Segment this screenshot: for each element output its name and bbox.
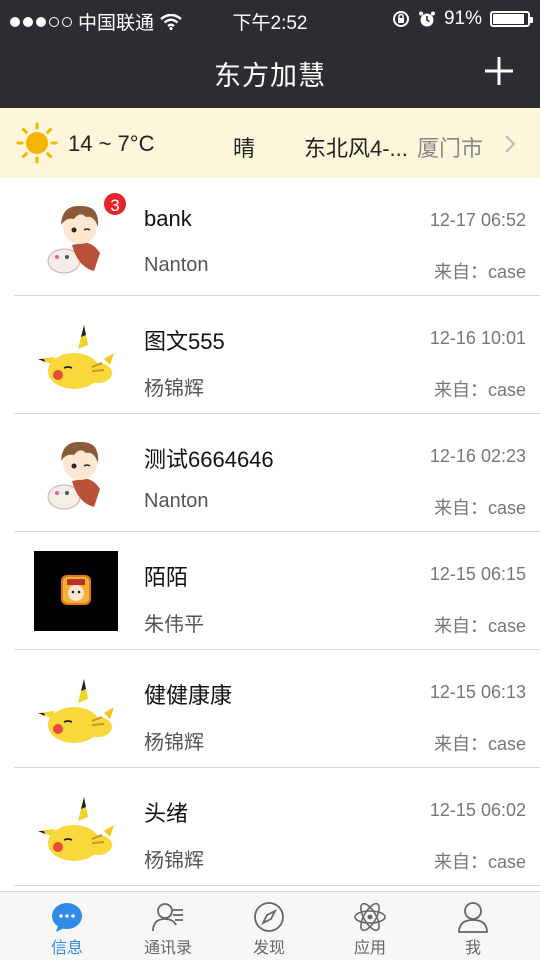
- message-sender: Nanton: [144, 254, 209, 276]
- unread-badge: 3: [102, 191, 128, 217]
- pikachu-avatar: [34, 315, 118, 395]
- message-title: 测试6664646: [144, 447, 274, 472]
- message-time: 12-15 06:15: [429, 564, 526, 584]
- atom-icon: [354, 902, 386, 932]
- tab-label: 信息: [50, 940, 83, 957]
- message-source: 来自：case: [433, 262, 526, 282]
- message-title: 健健康康: [144, 683, 233, 708]
- weather-city: 厦门市: [417, 136, 484, 161]
- alarm-icon: [418, 11, 435, 27]
- person-icon: [458, 902, 488, 933]
- weather-bar[interactable]: 14 ~ 7°C 晴 东北风4-... 厦门市: [0, 108, 540, 178]
- message-time: 12-15 06:02: [429, 800, 526, 820]
- message-time: 12-16 10:01: [429, 328, 526, 348]
- tab-label: 发现: [252, 940, 285, 957]
- tab-contacts[interactable]: 通讯录: [118, 892, 218, 961]
- battery-icon: [490, 11, 533, 27]
- message-source: 来自：case: [433, 734, 526, 754]
- message-source: 来自：case: [433, 380, 526, 400]
- sun-icon: [16, 122, 58, 164]
- message-title: 陌陌: [144, 565, 189, 590]
- row-divider: [14, 885, 540, 886]
- status-bar: 中国联通 下午2:52 91%: [0, 0, 540, 38]
- message-title: 图文555: [144, 329, 225, 354]
- message-sender: 杨锦辉: [144, 378, 204, 400]
- message-time: 12-15 06:13: [429, 682, 526, 702]
- rotation-lock-icon: [392, 11, 409, 27]
- tab-label: 应用: [353, 940, 386, 957]
- anime-boy-avatar: [34, 433, 118, 513]
- message-time: 12-16 02:23: [429, 446, 526, 466]
- tab-bar: 信息 通讯录 发现 应用 我: [0, 891, 540, 960]
- message-source: 来自：case: [433, 852, 526, 872]
- message-source: 来自：case: [433, 616, 526, 636]
- message-row[interactable]: 头绪 杨锦辉 12-15 06:02 来自：case: [0, 768, 540, 886]
- message-sender: 杨锦辉: [144, 850, 204, 872]
- message-row[interactable]: 陌陌 朱伟平 12-15 06:15 来自：case: [0, 532, 540, 650]
- message-row[interactable]: 测试6664646 Nanton 12-16 02:23 来自：case: [0, 414, 540, 532]
- status-right: 91%: [392, 8, 533, 30]
- tab-discover[interactable]: 发现: [219, 892, 319, 961]
- chevron-right-icon: [505, 135, 516, 153]
- message-sender: 朱伟平: [144, 614, 204, 636]
- weather-condition: 晴: [233, 136, 256, 161]
- top-bar: 中国联通 下午2:52 91% 东方加慧: [0, 0, 540, 108]
- tab-label: 通讯录: [143, 940, 192, 957]
- chat-bubble-icon: [52, 903, 82, 932]
- battery-percent: 91%: [443, 8, 482, 29]
- message-sender: 杨锦辉: [144, 732, 204, 754]
- page-title: 东方加慧: [214, 61, 326, 91]
- pikachu-avatar: [34, 669, 118, 749]
- message-title: bank: [144, 206, 192, 231]
- game-app-avatar: [34, 551, 118, 631]
- message-source: 来自：case: [433, 498, 526, 518]
- message-row[interactable]: 健健康康 杨锦辉 12-15 06:13 来自：case: [0, 650, 540, 768]
- tab-label: 我: [464, 940, 481, 957]
- tab-me[interactable]: 我: [423, 892, 523, 961]
- pikachu-avatar: [34, 787, 118, 867]
- message-title: 头绪: [144, 801, 189, 826]
- weather-temperature: 14 ~ 7°C: [68, 131, 155, 156]
- message-row[interactable]: 3 bank Nanton 12-17 06:52 来自：case: [0, 178, 540, 296]
- contacts-icon: [152, 903, 183, 932]
- compass-icon: [254, 902, 284, 932]
- tab-apps[interactable]: 应用: [320, 892, 420, 961]
- plus-icon[interactable]: [482, 54, 516, 88]
- message-row[interactable]: 图文555 杨锦辉 12-16 10:01 来自：case: [0, 296, 540, 414]
- message-list: 3 bank Nanton 12-17 06:52 来自：case 图文555 …: [0, 178, 540, 886]
- message-time: 12-17 06:52: [429, 210, 526, 230]
- message-sender: Nanton: [144, 490, 209, 512]
- weather-wind: 东北风4-...: [304, 136, 408, 161]
- tab-messages[interactable]: 信息: [17, 892, 117, 961]
